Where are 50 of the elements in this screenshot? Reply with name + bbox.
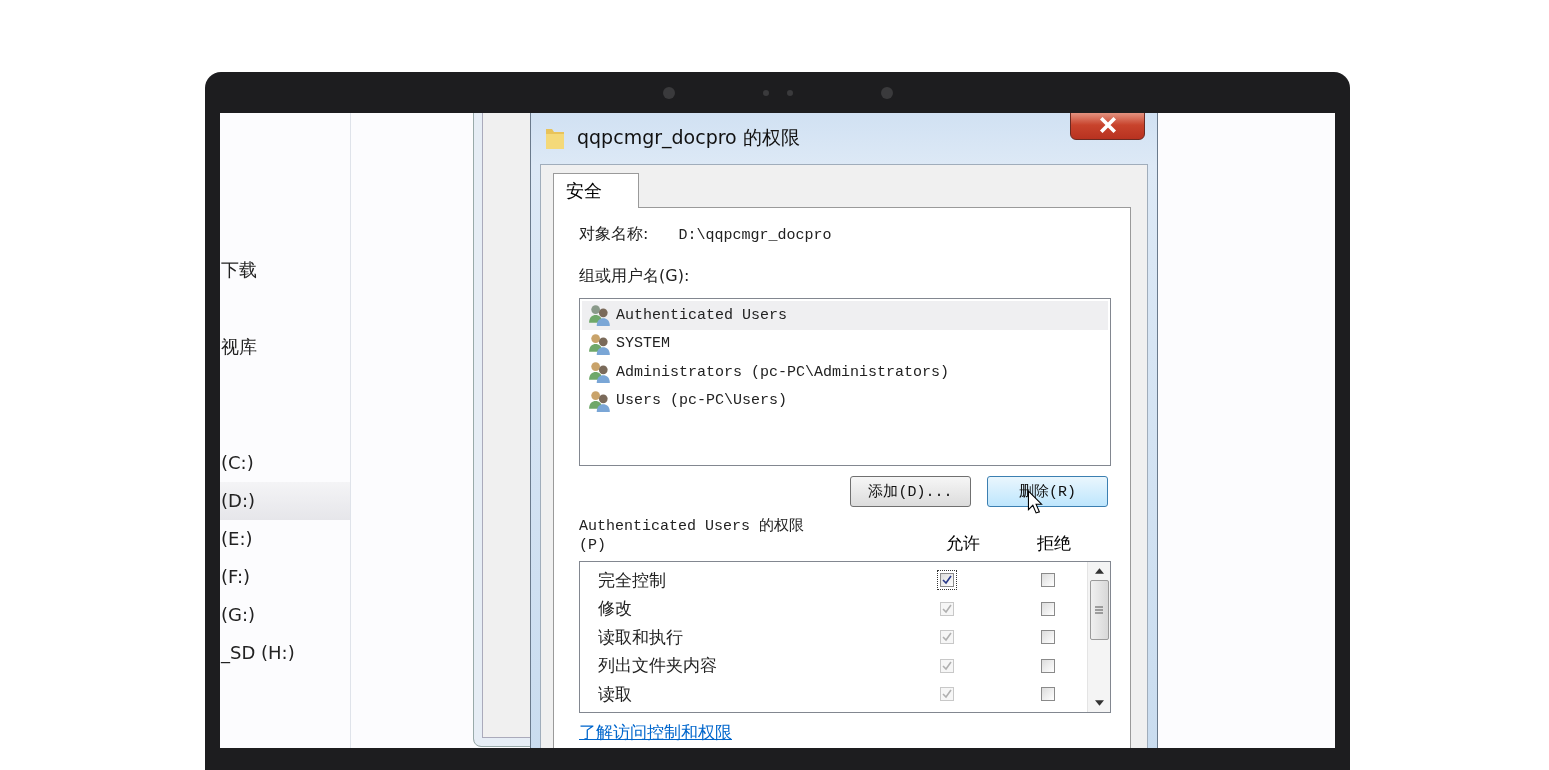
column-header: 允许 [945,532,981,555]
sensor-dot [786,89,793,96]
users-icon [588,388,612,413]
nav-item[interactable]: (G:) [220,596,350,634]
close-icon [1098,117,1117,133]
permission-name: 读取和执行 [598,625,684,649]
deny-checkbox[interactable] [1041,658,1055,673]
nav-item[interactable]: (E:) [220,520,350,558]
scrollbar[interactable] [1087,562,1110,712]
permission-name: 完全控制 [598,568,667,592]
deny-checkbox[interactable] [1041,601,1055,616]
object-name-value: D:\qqpcmgr_docpro [678,227,832,244]
user-row[interactable]: SYSTEM [582,329,1108,358]
users-icon [588,331,612,356]
nav-item[interactable]: (C:) [220,444,350,482]
users-icon [588,303,612,328]
deny-checkbox[interactable] [1041,630,1055,645]
nav-item[interactable]: _SD (H:) [220,634,350,672]
grip-icon [1095,606,1103,614]
scroll-down-arrow-icon[interactable] [1094,700,1104,706]
permission-name: 读取 [598,682,633,706]
window-title: qqpcmgr_docpro 的权限 [577,125,800,151]
close-button[interactable] [1070,113,1145,140]
user-row[interactable]: Authenticated Users [582,301,1108,330]
folder-icon [545,126,565,150]
nav-item[interactable]: (F:) [220,558,350,596]
permission-name: 修改 [598,597,633,621]
camera-dot [662,86,675,99]
camera-dot [880,86,893,99]
dialog-button[interactable]: 删除(R) [987,476,1108,507]
permission-name: 列出文件夹内容 [598,654,718,678]
user-row[interactable]: Administrators (pc-PC\Administrators) [582,358,1108,387]
column-header: 拒绝 [1036,532,1072,555]
deny-checkbox[interactable] [1041,573,1055,588]
scroll-up-arrow-icon[interactable] [1094,568,1104,574]
users-icon [588,360,612,385]
nav-item[interactable]: 视库 [220,328,350,444]
nav-item[interactable]: 下载 [220,251,350,328]
permissions-label: Authenticated Users 的权限 [579,517,806,536]
deny-checkbox[interactable] [1041,687,1055,702]
sensor-dot [762,89,769,96]
nav-item[interactable]: (D:) [220,482,350,520]
tab[interactable]: 安全 [553,173,639,208]
allow-checkbox[interactable] [940,573,954,588]
permissions-key: (P) [579,536,917,555]
dialog-button[interactable]: 添加(D)... [850,476,971,507]
groups-label: 组或用户名(G): [579,266,691,287]
user-row[interactable]: Users (pc-PC\Users) [582,386,1108,415]
help-link[interactable]: 了解访问控制和权限 [579,721,732,744]
object-name-label: 对象名称: [579,224,649,245]
